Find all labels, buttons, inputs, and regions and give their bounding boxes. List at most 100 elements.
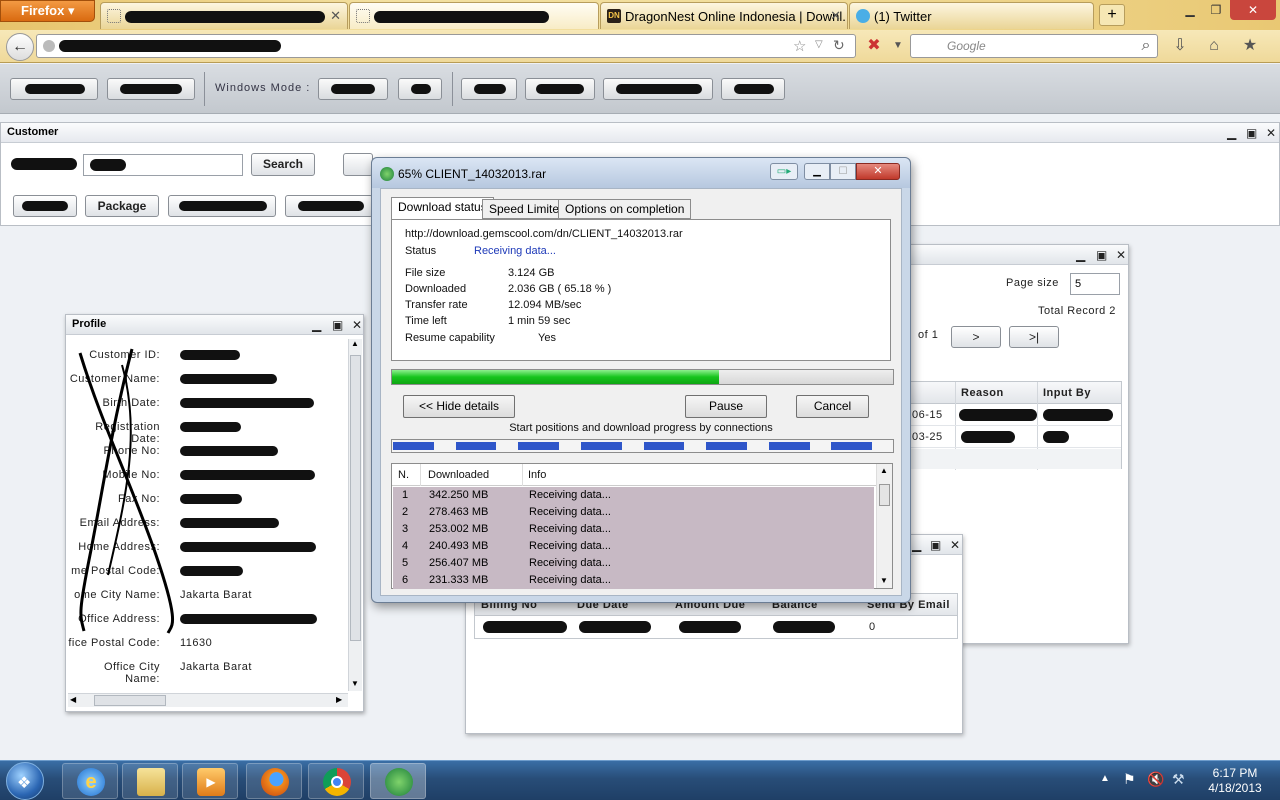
bookmark-star-icon[interactable]: ☆ bbox=[793, 37, 806, 55]
history-dropdown-icon[interactable]: ▽ bbox=[815, 39, 823, 50]
app-toolbar bbox=[0, 64, 1280, 114]
downloads-arrow-icon[interactable]: ⇩ bbox=[1168, 34, 1192, 58]
minimize-icon[interactable]: ▁ bbox=[1227, 126, 1236, 140]
scroll-left-icon[interactable]: ◀ bbox=[70, 695, 76, 704]
windows-mode-option-1[interactable] bbox=[318, 78, 388, 100]
show-hidden-icons-icon[interactable]: ▲ bbox=[1100, 773, 1110, 784]
tab-button-4[interactable] bbox=[285, 195, 373, 217]
close-icon[interactable]: ✕ bbox=[1266, 126, 1276, 140]
toolbar-button-4[interactable] bbox=[525, 78, 595, 100]
horizontal-scrollbar[interactable]: ◀ ▶ bbox=[68, 693, 348, 707]
taskbar-clock[interactable]: 6:17 PM 4/18/2013 bbox=[1200, 766, 1270, 796]
table-row[interactable]: 06-15 bbox=[907, 405, 1121, 426]
connection-row[interactable]: 5 256.407 MB Receiving data... bbox=[393, 555, 874, 572]
close-window-icon[interactable]: ✕ bbox=[1230, 0, 1276, 20]
tab-2[interactable] bbox=[349, 2, 599, 29]
package-button[interactable]: Package bbox=[85, 195, 159, 217]
connection-row[interactable]: 3 253.002 MB Receiving data... bbox=[393, 521, 874, 538]
page-size-input[interactable]: 5 bbox=[1070, 273, 1120, 295]
connection-row[interactable]: 2 278.463 MB Receiving data... bbox=[393, 504, 874, 521]
tab-twitter[interactable]: (1) Twitter bbox=[849, 2, 1094, 29]
close-icon[interactable]: ✕ bbox=[1116, 248, 1126, 262]
table-row[interactable]: 03-25 bbox=[907, 427, 1121, 448]
last-page-button[interactable]: >| bbox=[1009, 326, 1059, 348]
volume-muted-icon[interactable]: 🔇 bbox=[1147, 771, 1164, 788]
addon-blocked-icon[interactable]: ✖ bbox=[862, 34, 886, 58]
close-icon[interactable]: ✕ bbox=[352, 318, 362, 332]
toolbar-button-5[interactable] bbox=[603, 78, 713, 100]
close-tab-icon[interactable]: ✕ bbox=[330, 8, 341, 24]
hide-details-button[interactable]: << Hide details bbox=[403, 395, 515, 418]
minimize-icon[interactable]: ▁ bbox=[1076, 248, 1085, 262]
tab-download-status[interactable]: Download status bbox=[391, 197, 494, 220]
total-record-label: Total Record 2 bbox=[1038, 305, 1116, 317]
toolbar-button-6[interactable] bbox=[721, 78, 785, 100]
taskbar-media-player[interactable]: ▶ bbox=[182, 763, 238, 799]
redacted-label bbox=[22, 201, 68, 211]
new-tab-button[interactable]: + bbox=[1099, 4, 1125, 26]
reload-icon[interactable]: ↻ bbox=[833, 37, 845, 54]
firefox-menu-button[interactable]: Firefox ▾ bbox=[0, 0, 95, 22]
scroll-up-icon[interactable]: ▲ bbox=[351, 339, 359, 348]
tab-options-on-completion[interactable]: Options on completion bbox=[558, 199, 692, 219]
scroll-right-icon[interactable]: ▶ bbox=[336, 695, 342, 704]
network-icon[interactable]: ⚒ bbox=[1172, 771, 1185, 788]
home-icon[interactable]: ⌂ bbox=[1202, 34, 1226, 58]
taskbar-file-explorer[interactable] bbox=[122, 763, 178, 799]
windows-mode-option-2[interactable] bbox=[398, 78, 442, 100]
minimize-icon[interactable]: ▁ bbox=[912, 538, 921, 552]
search-icon[interactable]: ⌕ bbox=[1134, 34, 1158, 58]
table-row[interactable]: 0 bbox=[475, 617, 957, 639]
search-input[interactable]: Google bbox=[910, 34, 1158, 58]
redacted-cell bbox=[483, 621, 567, 633]
start-button[interactable]: ❖ bbox=[6, 762, 44, 800]
close-tab-icon[interactable]: ✕ bbox=[830, 8, 841, 24]
taskbar-firefox[interactable] bbox=[246, 763, 302, 799]
cancel-button[interactable]: Cancel bbox=[796, 395, 869, 418]
customer-search-input[interactable] bbox=[83, 154, 243, 176]
toolbar-button-1[interactable] bbox=[10, 78, 98, 100]
back-arrow-icon[interactable]: ← bbox=[6, 33, 34, 61]
action-button[interactable] bbox=[343, 153, 373, 176]
connection-row[interactable]: 6 231.333 MB Receiving data... bbox=[393, 572, 874, 589]
maximize-icon[interactable]: ▣ bbox=[930, 538, 941, 552]
connection-row[interactable]: 1 342.250 MB Receiving data... bbox=[393, 487, 874, 504]
tab-button-3[interactable] bbox=[168, 195, 276, 217]
scroll-thumb[interactable] bbox=[94, 695, 166, 706]
address-bar[interactable]: ☆ ▽ ↻ bbox=[36, 34, 856, 58]
toolbar-button-3[interactable] bbox=[461, 78, 517, 100]
tab-button-1[interactable] bbox=[13, 195, 77, 217]
bookmarks-menu-icon[interactable]: ★ bbox=[1238, 34, 1262, 58]
toolbar-button-2[interactable] bbox=[107, 78, 195, 100]
maximize-icon[interactable]: ▣ bbox=[1096, 248, 1107, 262]
close-icon[interactable]: ✕ bbox=[856, 163, 900, 180]
scroll-down-icon[interactable]: ▼ bbox=[351, 679, 359, 688]
tab-1[interactable]: ✕ bbox=[100, 2, 348, 29]
minimize-icon[interactable]: ▁ bbox=[804, 163, 830, 180]
site-identity-icon bbox=[43, 40, 55, 52]
dropdown-arrow-icon[interactable]: ▼ bbox=[886, 34, 910, 58]
search-button[interactable]: Search bbox=[251, 153, 315, 176]
scroll-thumb[interactable] bbox=[350, 355, 361, 641]
scroll-thumb[interactable] bbox=[879, 484, 890, 506]
taskbar-download-manager[interactable] bbox=[370, 763, 426, 799]
minimize-window-icon[interactable]: ▁ bbox=[1176, 0, 1204, 20]
scroll-up-icon[interactable]: ▲ bbox=[880, 466, 888, 475]
tab-dragonnest[interactable]: DN DragonNest Online Indonesia | Downl..… bbox=[600, 2, 848, 29]
taskbar-chrome[interactable] bbox=[308, 763, 364, 799]
action-center-icon[interactable]: ⚑ bbox=[1123, 771, 1136, 788]
minimize-to-tray-icon[interactable]: ▭▸ bbox=[770, 163, 798, 180]
connection-row[interactable]: 4 240.493 MB Receiving data... bbox=[393, 538, 874, 555]
maximize-icon[interactable]: ▣ bbox=[1246, 126, 1257, 140]
scroll-down-icon[interactable]: ▼ bbox=[880, 576, 888, 585]
restore-window-icon[interactable]: ❐ bbox=[1202, 0, 1230, 20]
maximize-icon[interactable]: ▣ bbox=[332, 318, 343, 332]
minimize-icon[interactable]: ▁ bbox=[312, 318, 321, 332]
pause-button[interactable]: Pause bbox=[685, 395, 767, 418]
list-scrollbar[interactable]: ▲ ▼ bbox=[876, 464, 892, 588]
next-page-button[interactable]: > bbox=[951, 326, 1001, 348]
taskbar-internet-explorer[interactable]: e bbox=[62, 763, 118, 799]
tab-speed-limiter[interactable]: Speed Limiter bbox=[482, 199, 571, 219]
vertical-scrollbar[interactable]: ▲ ▼ bbox=[348, 339, 362, 691]
close-icon[interactable]: ✕ bbox=[950, 538, 960, 552]
